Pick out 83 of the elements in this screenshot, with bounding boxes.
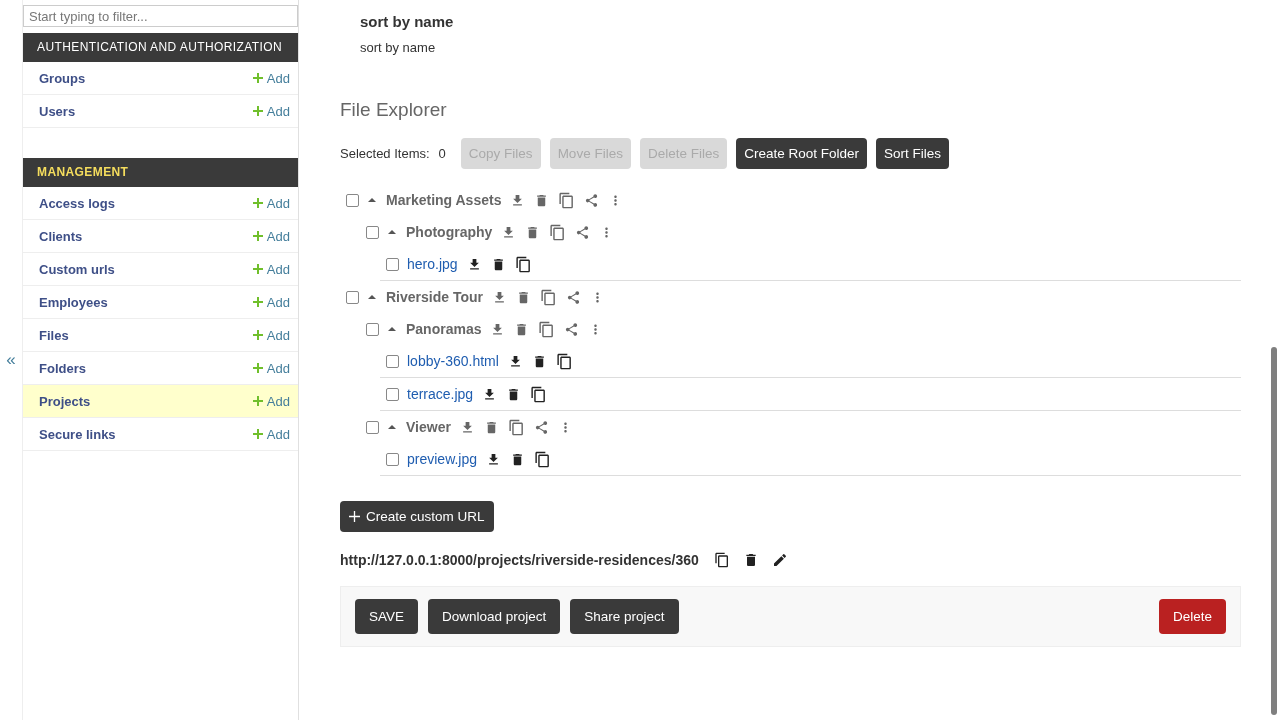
checkbox[interactable] — [386, 452, 399, 466]
selected-items-label: Selected Items: — [340, 146, 430, 161]
plus-icon — [252, 330, 263, 340]
share-icon[interactable] — [533, 419, 549, 435]
caret-icon[interactable] — [387, 324, 397, 334]
selected-count: 0 — [438, 146, 446, 161]
share-icon[interactable] — [584, 192, 600, 208]
plus-icon — [252, 198, 263, 208]
add-link[interactable]: Add — [252, 261, 290, 277]
model-link[interactable]: Files — [39, 327, 69, 343]
action-button[interactable]: Share project — [570, 599, 679, 634]
model-link[interactable]: Projects — [39, 393, 91, 409]
copy-icon[interactable] — [514, 255, 532, 273]
model-link[interactable]: Users — [39, 103, 76, 119]
plus-icon — [349, 511, 360, 522]
plus-icon — [252, 264, 263, 274]
checkbox[interactable] — [386, 257, 399, 271]
scrollbar[interactable] — [1271, 347, 1277, 715]
checkbox[interactable] — [346, 290, 359, 304]
model-link[interactable]: Access logs — [39, 195, 115, 211]
section-header: AUTHENTICATION AND AUTHORIZATION — [23, 33, 298, 62]
copy-icon[interactable] — [555, 352, 573, 370]
add-link[interactable]: Add — [252, 228, 290, 244]
add-link[interactable]: Add — [252, 426, 290, 442]
plus-icon — [252, 106, 263, 116]
add-link[interactable]: Add — [252, 360, 290, 376]
copy-icon[interactable] — [713, 552, 730, 568]
add-link[interactable]: Add — [252, 103, 290, 119]
model-link[interactable]: Folders — [39, 360, 86, 376]
checkbox[interactable] — [366, 225, 379, 239]
delete-button[interactable]: Delete — [1158, 599, 1226, 634]
action-button[interactable]: SAVE — [355, 599, 418, 634]
add-link[interactable]: Add — [252, 195, 290, 211]
copy-icon[interactable] — [530, 385, 548, 403]
folder-name[interactable]: Marketing Assets — [386, 192, 502, 208]
file-link[interactable]: lobby-360.html — [407, 353, 499, 369]
checkbox[interactable] — [366, 322, 379, 336]
add-link[interactable]: Add — [252, 327, 290, 343]
share-icon[interactable] — [564, 321, 580, 337]
folder-name[interactable]: Viewer — [406, 419, 451, 435]
filter-field[interactable]: Start typing to filter... — [23, 5, 298, 27]
share-icon[interactable] — [575, 224, 591, 240]
checkbox[interactable] — [386, 354, 399, 368]
create-custom-url-button[interactable]: Create custom URL — [340, 501, 494, 532]
model-link[interactable]: Groups — [39, 70, 86, 86]
file-link[interactable]: preview.jpg — [407, 451, 478, 467]
caret-icon[interactable] — [367, 195, 377, 205]
plus-icon — [252, 73, 263, 83]
plus-icon — [252, 396, 263, 406]
model-link[interactable]: Custom urls — [39, 261, 115, 277]
folder-name[interactable]: Panoramas — [406, 321, 482, 337]
model-link[interactable]: Secure links — [39, 426, 116, 442]
toolbar-button[interactable]: Sort Files — [876, 138, 949, 169]
checkbox[interactable] — [386, 387, 399, 401]
file-link[interactable]: terrace.jpg — [407, 386, 474, 402]
model-link[interactable]: Employees — [39, 294, 108, 310]
sort-description: sort by name — [360, 40, 437, 55]
toolbar-button[interactable]: Create Root Folder — [736, 138, 867, 169]
file-link[interactable]: hero.jpg — [407, 256, 458, 272]
checkbox[interactable] — [346, 193, 359, 207]
sort-title: sort by name — [360, 13, 455, 30]
folder-name[interactable]: Riverside Tour — [386, 289, 483, 305]
add-link[interactable]: Add — [252, 70, 290, 86]
plus-icon — [252, 297, 263, 307]
pencil-icon[interactable] — [771, 552, 788, 568]
caret-icon[interactable] — [387, 227, 397, 237]
caret-icon[interactable] — [367, 292, 377, 302]
section-header: MANAGEMENT — [23, 158, 298, 187]
custom-url-text: http://127.0.0.1:8000/projects/riverside-residences/360 — [340, 552, 699, 568]
share-icon[interactable] — [566, 289, 581, 305]
add-link[interactable]: Add — [252, 294, 290, 310]
plus-icon — [252, 363, 263, 373]
plus-icon — [252, 429, 263, 439]
model-link[interactable]: Clients — [39, 228, 83, 244]
folder-name[interactable]: Photography — [406, 224, 493, 240]
section-heading: File Explorer — [340, 99, 448, 121]
plus-icon — [252, 231, 263, 241]
add-link[interactable]: Add — [252, 393, 290, 409]
caret-icon[interactable] — [387, 422, 397, 432]
collapse-sidebar-toggle[interactable]: « — [6, 350, 16, 370]
copy-icon[interactable] — [534, 450, 552, 468]
action-button[interactable]: Download project — [428, 599, 561, 634]
checkbox[interactable] — [366, 420, 379, 434]
